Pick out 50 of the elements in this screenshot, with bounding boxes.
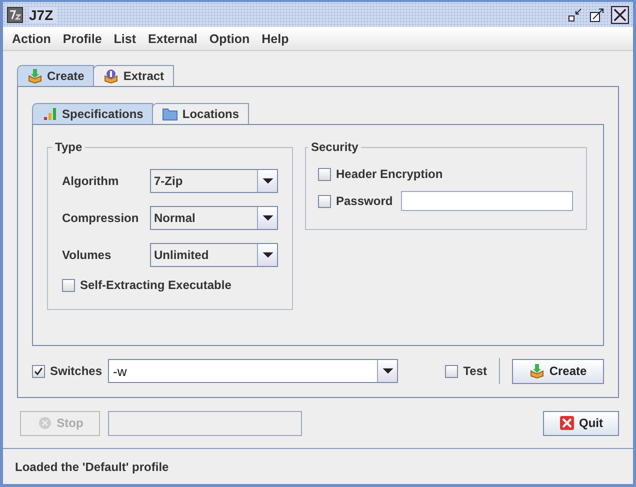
folder-icon xyxy=(162,106,178,122)
dropdown[interactable]: Unlimited xyxy=(150,242,278,266)
status-text: Loaded the 'Default' profile xyxy=(15,460,169,474)
box-icon xyxy=(27,68,43,84)
group-title: Type xyxy=(54,140,84,154)
checkbox[interactable] xyxy=(445,364,458,378)
check-icon xyxy=(33,366,44,376)
checkbox-label: Test xyxy=(463,364,487,378)
signal-bars-icon xyxy=(42,106,58,122)
checkbox[interactable] xyxy=(62,278,75,292)
window-title: J7Z xyxy=(29,6,58,22)
maximize-icon[interactable] xyxy=(589,6,605,22)
dropdown[interactable]: Normal xyxy=(150,206,278,230)
menu-item[interactable]: External xyxy=(142,32,204,46)
group-title: Security xyxy=(310,140,360,154)
close-icon xyxy=(559,415,575,431)
switches-combo[interactable]: -w xyxy=(108,359,398,383)
stop-icon xyxy=(36,415,53,431)
menu-item[interactable]: Profile xyxy=(56,32,108,46)
menu-item[interactable]: Help xyxy=(256,32,295,46)
checkbox[interactable] xyxy=(32,364,45,378)
menu-item[interactable]: Action xyxy=(6,32,57,46)
create-button[interactable]: Create xyxy=(512,358,604,384)
app-icon xyxy=(7,6,23,22)
checkbox-label: Password xyxy=(336,194,393,208)
checkbox[interactable] xyxy=(318,194,331,208)
minimize-icon[interactable] xyxy=(567,6,583,22)
checkbox-label: Switches xyxy=(50,364,102,378)
tab[interactable]: Create xyxy=(17,65,94,86)
checkbox-label: Self-Extracting Executable xyxy=(80,278,232,292)
tab[interactable]: Extract xyxy=(93,65,174,86)
close-icon[interactable] xyxy=(611,6,629,24)
password-field[interactable] xyxy=(400,191,573,211)
menu-item[interactable]: List xyxy=(108,32,142,46)
dropdown-button[interactable] xyxy=(377,360,398,382)
field-label: Volumes xyxy=(62,248,112,262)
dropdown[interactable]: 7-Zip xyxy=(150,168,278,192)
box-icon xyxy=(529,363,546,379)
checkbox-label: Header Encryption xyxy=(336,167,443,181)
dropdown-button[interactable] xyxy=(257,244,277,266)
field-label: Algorithm xyxy=(62,174,120,188)
tab[interactable]: Specifications xyxy=(32,103,154,124)
dropdown-button[interactable] xyxy=(257,170,277,192)
dropdown-button[interactable] xyxy=(257,206,277,228)
checkbox[interactable] xyxy=(318,168,331,180)
tab[interactable]: Locations xyxy=(152,103,250,124)
field-label: Compression xyxy=(62,210,140,224)
quit-button[interactable]: Quit xyxy=(543,410,619,436)
menu-item[interactable]: Option xyxy=(203,32,256,46)
box-icon xyxy=(103,68,120,84)
